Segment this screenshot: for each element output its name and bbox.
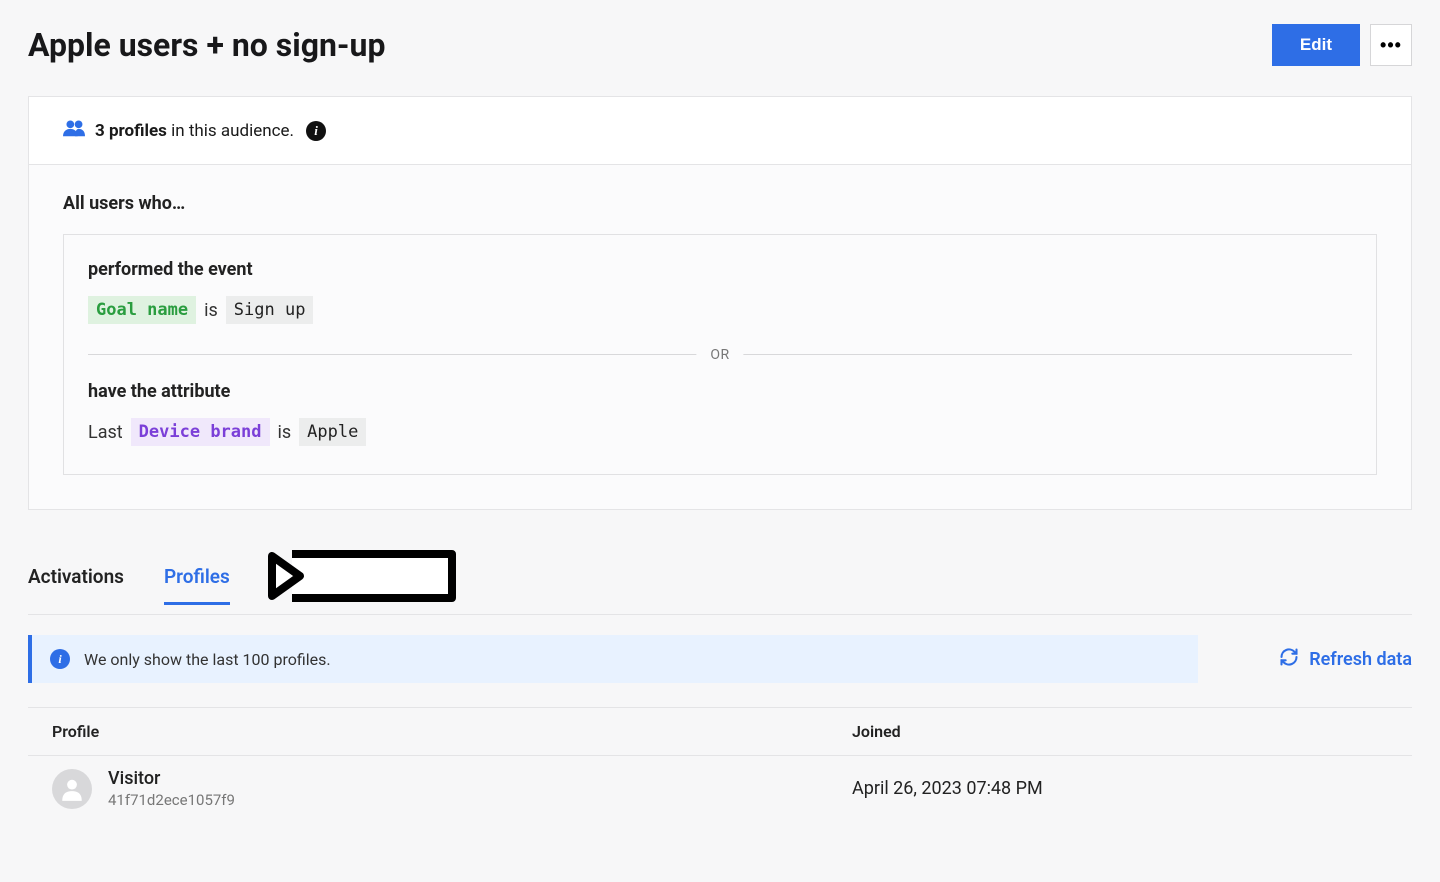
- edit-button[interactable]: Edit: [1272, 24, 1360, 66]
- refresh-data-button[interactable]: Refresh data: [1279, 647, 1412, 672]
- avatar: [52, 769, 92, 809]
- device-brand-chip: Device brand: [131, 418, 270, 446]
- profiles-suffix: in this audience.: [171, 121, 294, 141]
- profile-name: Visitor: [108, 768, 235, 789]
- criteria-block-title: have the attribute: [88, 381, 1352, 402]
- col-header-joined: Joined: [852, 722, 1388, 741]
- joined-date: April 26, 2023 07:48 PM: [852, 778, 1388, 799]
- or-divider: OR: [88, 354, 1352, 355]
- attribute-prefix: Last: [88, 422, 123, 443]
- goal-value-chip: Sign up: [226, 296, 314, 324]
- info-banner-text: We only show the last 100 profiles.: [84, 650, 331, 669]
- criteria-box: performed the event Goal name is Sign up…: [63, 234, 1377, 475]
- page-title: Apple users + no sign-up: [28, 26, 385, 64]
- info-banner: i We only show the last 100 profiles.: [28, 635, 1198, 683]
- criteria-block-title: performed the event: [88, 259, 1352, 280]
- more-menu-button[interactable]: •••: [1370, 24, 1412, 66]
- or-label: OR: [696, 347, 743, 363]
- criteria-block-attribute: have the attribute Last Device brand is …: [88, 357, 1352, 474]
- refresh-icon: [1279, 647, 1299, 672]
- arrow-annotation-icon: [262, 546, 462, 610]
- info-icon[interactable]: i: [306, 121, 326, 141]
- operator-is: is: [204, 300, 218, 321]
- criteria-heading: All users who…: [63, 193, 1377, 214]
- header-actions: Edit •••: [1272, 24, 1412, 66]
- tab-profiles[interactable]: Profiles: [164, 555, 230, 605]
- criteria-section: All users who… performed the event Goal …: [28, 165, 1412, 510]
- info-icon: i: [50, 649, 70, 669]
- profiles-count-bar: 3 profiles in this audience. i: [29, 97, 1411, 164]
- tab-activations[interactable]: Activations: [28, 555, 124, 605]
- table-row[interactable]: Visitor 41f71d2ece1057f9 April 26, 2023 …: [28, 756, 1412, 821]
- attribute-value-chip: Apple: [299, 418, 366, 446]
- table-header: Profile Joined: [28, 708, 1412, 756]
- operator-is: is: [278, 422, 292, 443]
- profiles-table: Profile Joined Visitor 41f71d2ece1057f9 …: [28, 707, 1412, 821]
- goal-name-chip: Goal name: [88, 296, 196, 324]
- col-header-profile: Profile: [52, 722, 852, 741]
- profiles-count: 3 profiles: [95, 121, 167, 141]
- criteria-block-event: performed the event Goal name is Sign up: [88, 235, 1352, 352]
- refresh-label: Refresh data: [1309, 649, 1412, 670]
- profile-id: 41f71d2ece1057f9: [108, 791, 235, 809]
- audience-summary-card: 3 profiles in this audience. i: [28, 96, 1412, 165]
- users-icon: [63, 119, 85, 142]
- tabs-row: Activations Profiles: [28, 546, 1412, 615]
